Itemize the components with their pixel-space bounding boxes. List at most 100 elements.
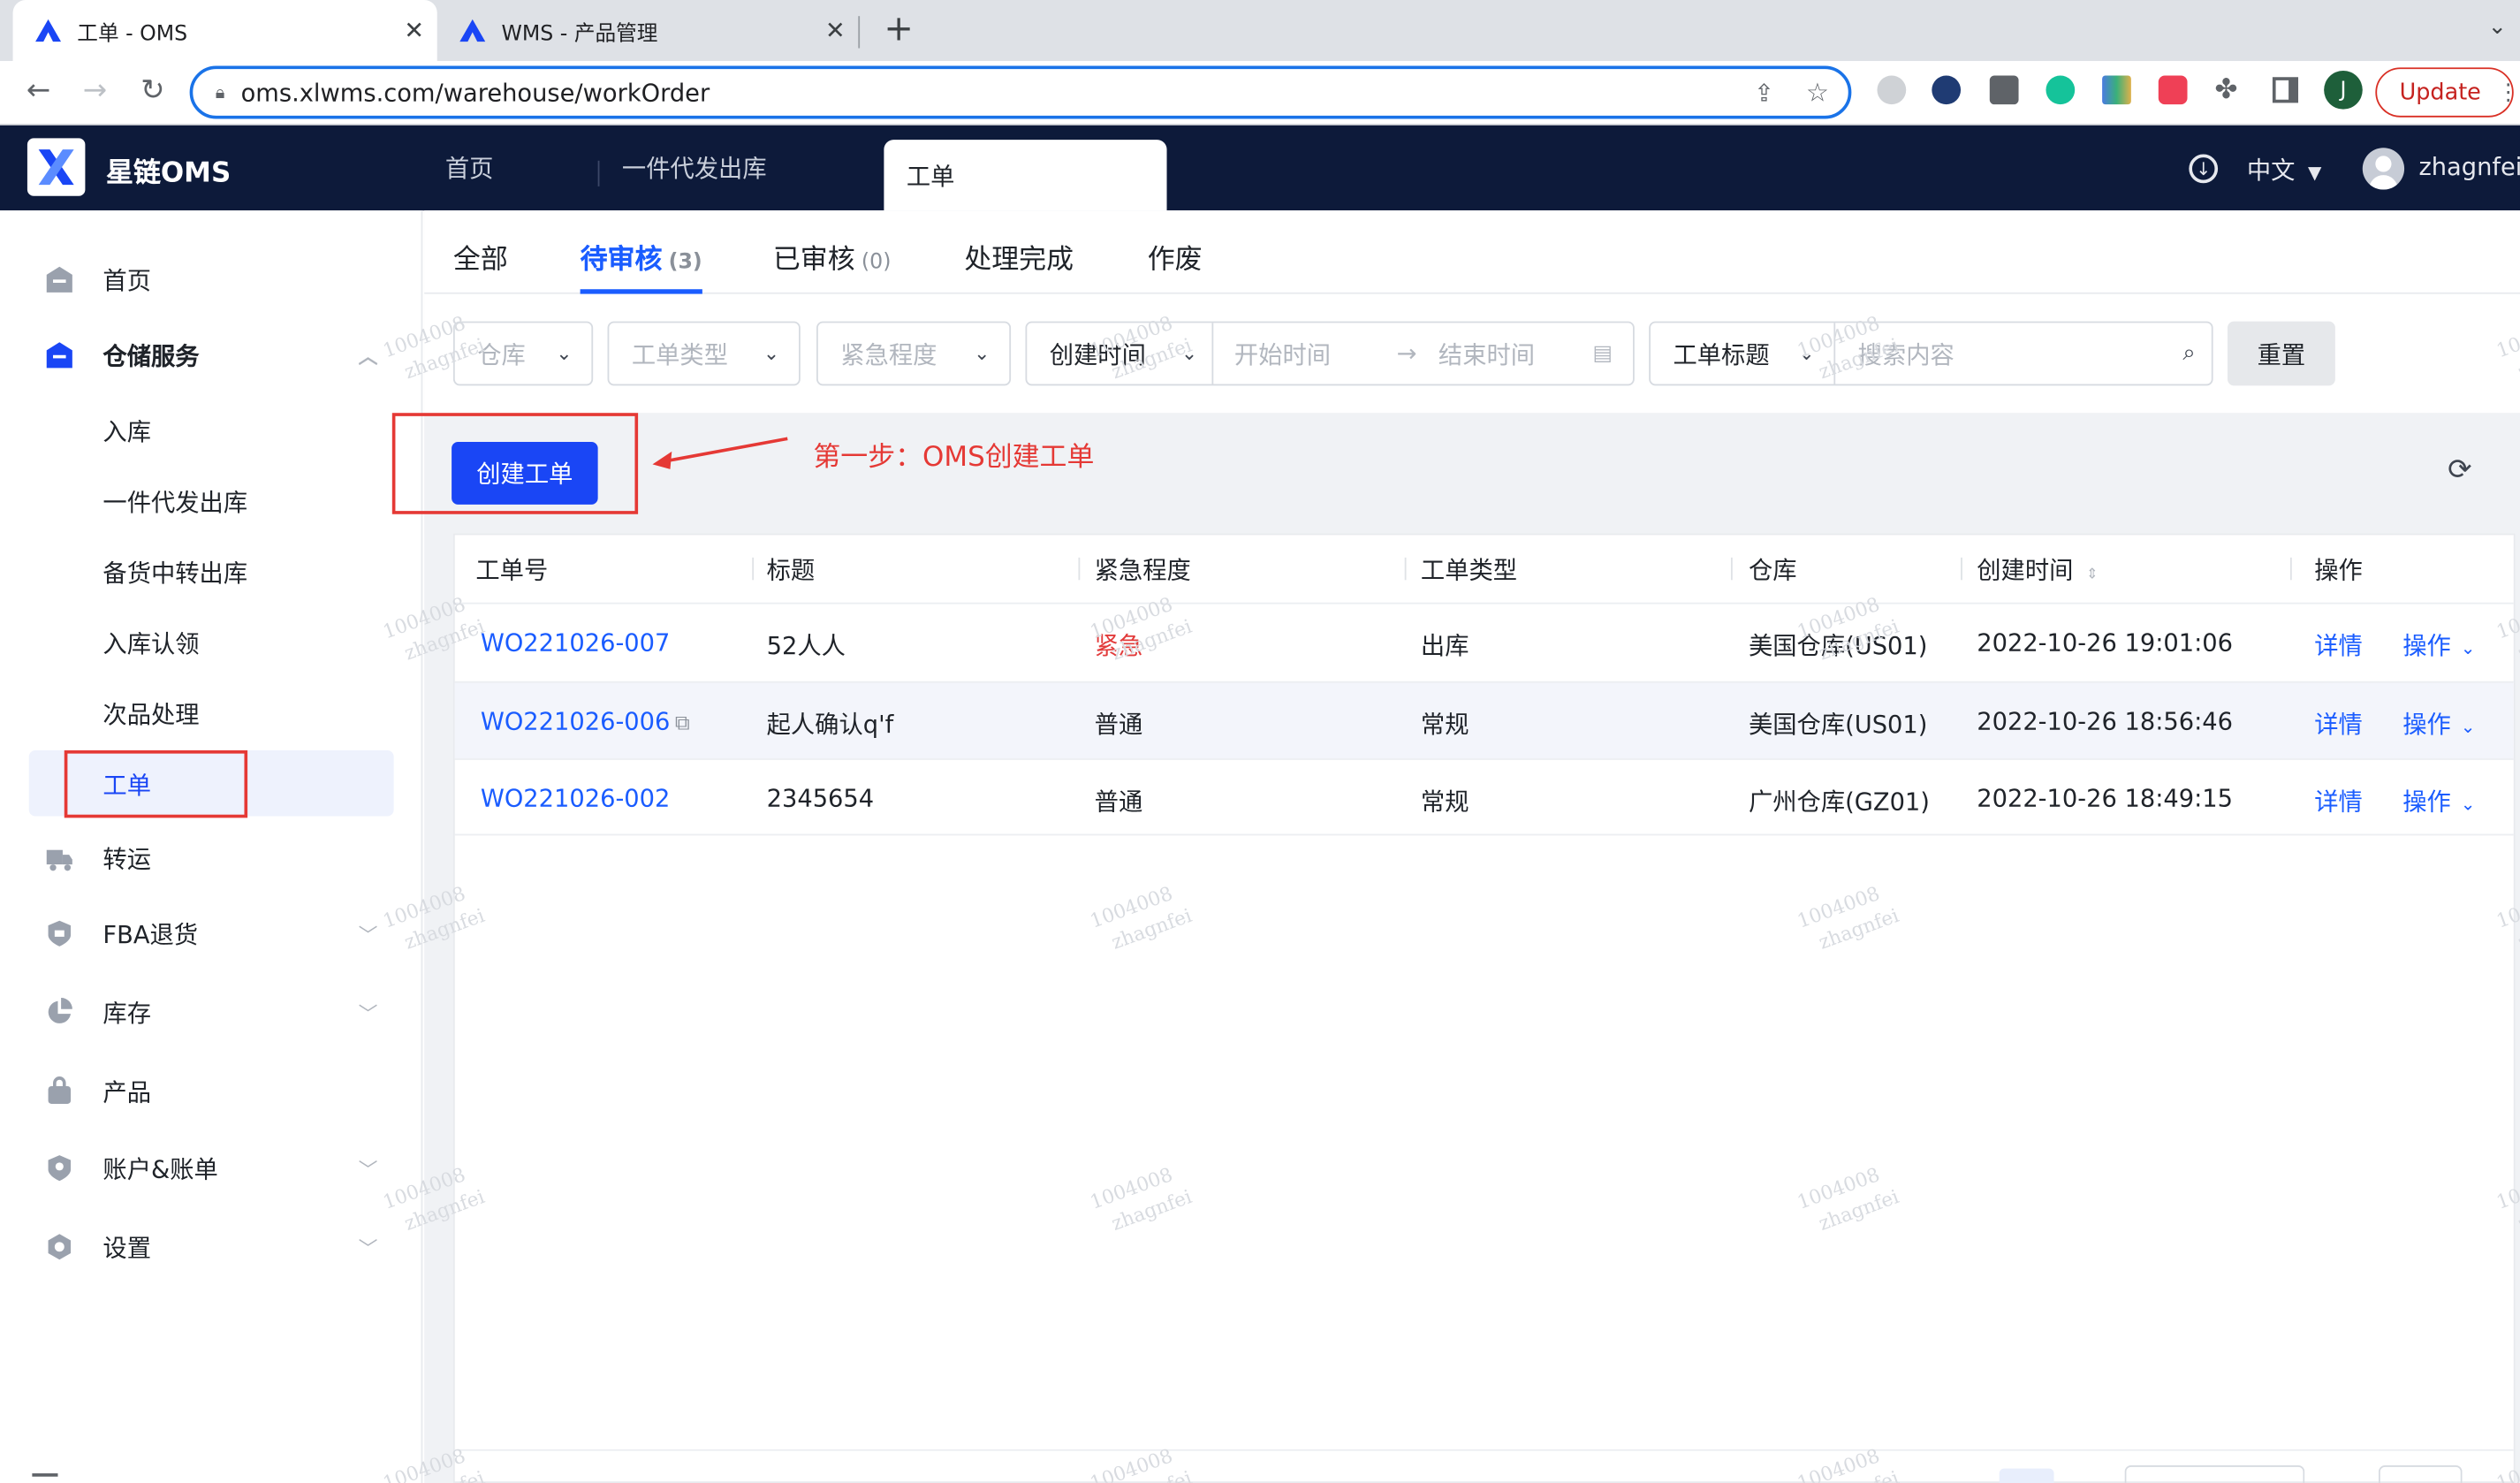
share-icon[interactable]: ⇪ — [1754, 78, 1774, 107]
work-order-type-select[interactable]: 工单类型 ⌄ — [607, 321, 801, 386]
column-divider — [1730, 557, 1733, 581]
urgency-value: 普通 — [1094, 710, 1143, 740]
close-icon[interactable]: ✕ — [404, 16, 424, 45]
arrow-right-icon: → — [1396, 338, 1417, 369]
back-icon[interactable]: ← — [21, 74, 57, 108]
language-selector[interactable]: 中文 ▼ — [2247, 153, 2322, 186]
tab-count: (0) — [861, 250, 892, 275]
urgency-select[interactable]: 紧急程度 ⌄ — [816, 321, 1012, 386]
sidebar-item-warehouse-service[interactable]: 仓储服务 ︿ — [29, 323, 394, 387]
sidebar-subitem-transfer-outbound[interactable]: 备货中转出库 — [102, 556, 247, 589]
extensions-puzzle-icon[interactable]: ✤ — [2214, 74, 2237, 106]
sidebar-item-inventory[interactable]: 库存 ﹀ — [29, 980, 394, 1045]
header-tab-work-order[interactable]: 工单 — [884, 140, 1167, 211]
username[interactable]: zhagnfei — [2418, 153, 2520, 182]
sort-icon: ⇕ — [2085, 567, 2099, 583]
start-date-input[interactable]: 开始时间 — [1234, 337, 1331, 370]
refresh-icon[interactable]: ⟳ — [2448, 453, 2471, 487]
sidebar-subitem-dropship-outbound[interactable]: 一件代发出库 — [102, 485, 247, 519]
created-time: 2022-10-26 18:56:46 — [1977, 706, 2234, 736]
end-date-input[interactable]: 结束时间 — [1438, 337, 1535, 370]
work-order-id-link[interactable]: WO221026-006 ⧉ — [481, 707, 690, 736]
reload-icon[interactable]: ↻ — [135, 74, 171, 108]
sidebar-item-settings[interactable]: 设置 ﹀ — [29, 1214, 394, 1279]
work-order-title: 52人人 — [766, 631, 846, 661]
side-panel-icon[interactable] — [2272, 77, 2299, 103]
new-tab-icon[interactable]: + — [884, 10, 914, 49]
sidebar-item-fba-return[interactable]: FBA退货 ﹀ — [29, 901, 394, 966]
tab-void[interactable]: 作废 — [1148, 236, 1203, 276]
column-header-sortable[interactable]: 创建时间 ⇕ — [1977, 552, 2098, 586]
user-avatar[interactable] — [2362, 148, 2405, 190]
tab-all[interactable]: 全部 — [453, 236, 508, 276]
browser-tab-oms[interactable]: 工单 - OMS ✕ — [12, 0, 437, 62]
sidebar-subitem-inbound-claim[interactable]: 入库认领 — [102, 627, 199, 660]
reset-button[interactable]: 重置 — [2227, 321, 2335, 386]
detail-link[interactable]: 详情 — [2314, 784, 2363, 818]
sidebar-item-label: 仓储服务 — [102, 341, 200, 371]
url-text: oms.xlwms.com/warehouse/workOrder — [240, 78, 710, 107]
search-icon[interactable]: ⌕ — [2182, 340, 2195, 366]
column-divider — [752, 557, 755, 581]
settings-icon — [45, 1232, 74, 1261]
page-size-select[interactable] — [2124, 1465, 2305, 1483]
sidebar-item-transfer[interactable]: 转运 — [29, 825, 394, 890]
tab-label: 处理完成 — [964, 244, 1074, 277]
tab-approved[interactable]: 已审核 (0) — [773, 236, 892, 276]
app-logo-icon — [35, 19, 62, 42]
extension-screen-icon[interactable] — [1989, 75, 2019, 105]
download-icon[interactable]: ↓ — [2189, 154, 2219, 184]
browser-tab-wms[interactable]: WMS - 产品管理 ✕ — [437, 0, 859, 61]
collapse-sidebar-icon[interactable] — [32, 1473, 58, 1477]
page-jump-input[interactable] — [2378, 1465, 2463, 1483]
header-tab-dropship-outbound[interactable]: 一件代发出库 — [622, 125, 767, 210]
sidebar-item-home[interactable]: 首页 — [29, 247, 394, 312]
sidebar-item-label: 设置 — [102, 1233, 152, 1263]
search-field-select[interactable]: 工单标题 — [1673, 337, 1769, 370]
select-placeholder: 紧急程度 — [840, 339, 937, 369]
operation-dropdown[interactable]: 操作 ⌄ — [2402, 784, 2475, 818]
work-order-id-link[interactable]: WO221026-007 — [481, 628, 671, 658]
chevron-down-icon: ﹀ — [358, 1157, 378, 1181]
chevron-down-icon: ﹀ — [358, 923, 378, 946]
tab-completed[interactable]: 处理完成 — [964, 236, 1074, 276]
pagination-page[interactable] — [1999, 1468, 2054, 1483]
tab-search-icon[interactable]: ⌄ — [2488, 14, 2507, 40]
address-bar[interactable]: 🔒︎ oms.xlwms.com/warehouse/workOrder ⇪ ☆ — [189, 65, 1852, 119]
copy-icon[interactable]: ⧉ — [675, 711, 690, 735]
warehouse-icon — [45, 340, 74, 369]
sidebar-subitem-inbound[interactable]: 入库 — [102, 414, 151, 448]
chevron-down-icon: ﹀ — [358, 1236, 378, 1259]
bookmark-star-icon[interactable]: ☆ — [1806, 77, 1829, 108]
close-icon[interactable]: ✕ — [825, 16, 846, 45]
column-divider — [1961, 557, 1962, 581]
column-header: 标题 — [766, 556, 816, 585]
sidebar-item-account-billing[interactable]: 账户&账单 ﹀ — [29, 1136, 394, 1200]
work-order-id-link[interactable]: WO221026-002 — [481, 784, 671, 813]
operation-dropdown[interactable]: 操作 ⌄ — [2402, 628, 2475, 662]
profile-avatar[interactable]: J — [2324, 70, 2363, 110]
extension-chart-icon[interactable] — [2102, 75, 2131, 105]
urgency-value: 普通 — [1094, 787, 1143, 817]
detail-link[interactable]: 详情 — [2314, 707, 2363, 741]
forward-icon[interactable]: → — [77, 74, 112, 108]
field-divider — [1211, 323, 1214, 384]
sidebar-item-label: 库存 — [102, 998, 152, 1028]
grammarly-icon[interactable] — [2046, 75, 2076, 105]
more-menu-icon: ⋮ — [2497, 79, 2520, 106]
tab-pending-review[interactable]: 待审核 (3) — [581, 236, 702, 276]
header-tab-home[interactable]: 首页 — [445, 125, 494, 210]
status-tabs — [424, 210, 2520, 294]
operation-dropdown[interactable]: 操作 ⌄ — [2402, 707, 2475, 741]
sidebar-item-label: 首页 — [102, 265, 152, 295]
update-button[interactable]: Update ⋮ — [2375, 67, 2519, 118]
sidebar-item-label: 转运 — [102, 844, 152, 874]
app-logo-icon — [459, 19, 486, 42]
pocket-icon[interactable] — [2158, 75, 2188, 105]
tab-label: 全部 — [452, 244, 508, 277]
detail-link[interactable]: 详情 — [2314, 628, 2363, 662]
extension-icon[interactable] — [1877, 75, 1907, 105]
extension-check-icon[interactable] — [1932, 75, 1962, 105]
sidebar-item-product[interactable]: 产品 — [29, 1059, 394, 1123]
sidebar-subitem-defective[interactable]: 次品处理 — [102, 697, 199, 731]
